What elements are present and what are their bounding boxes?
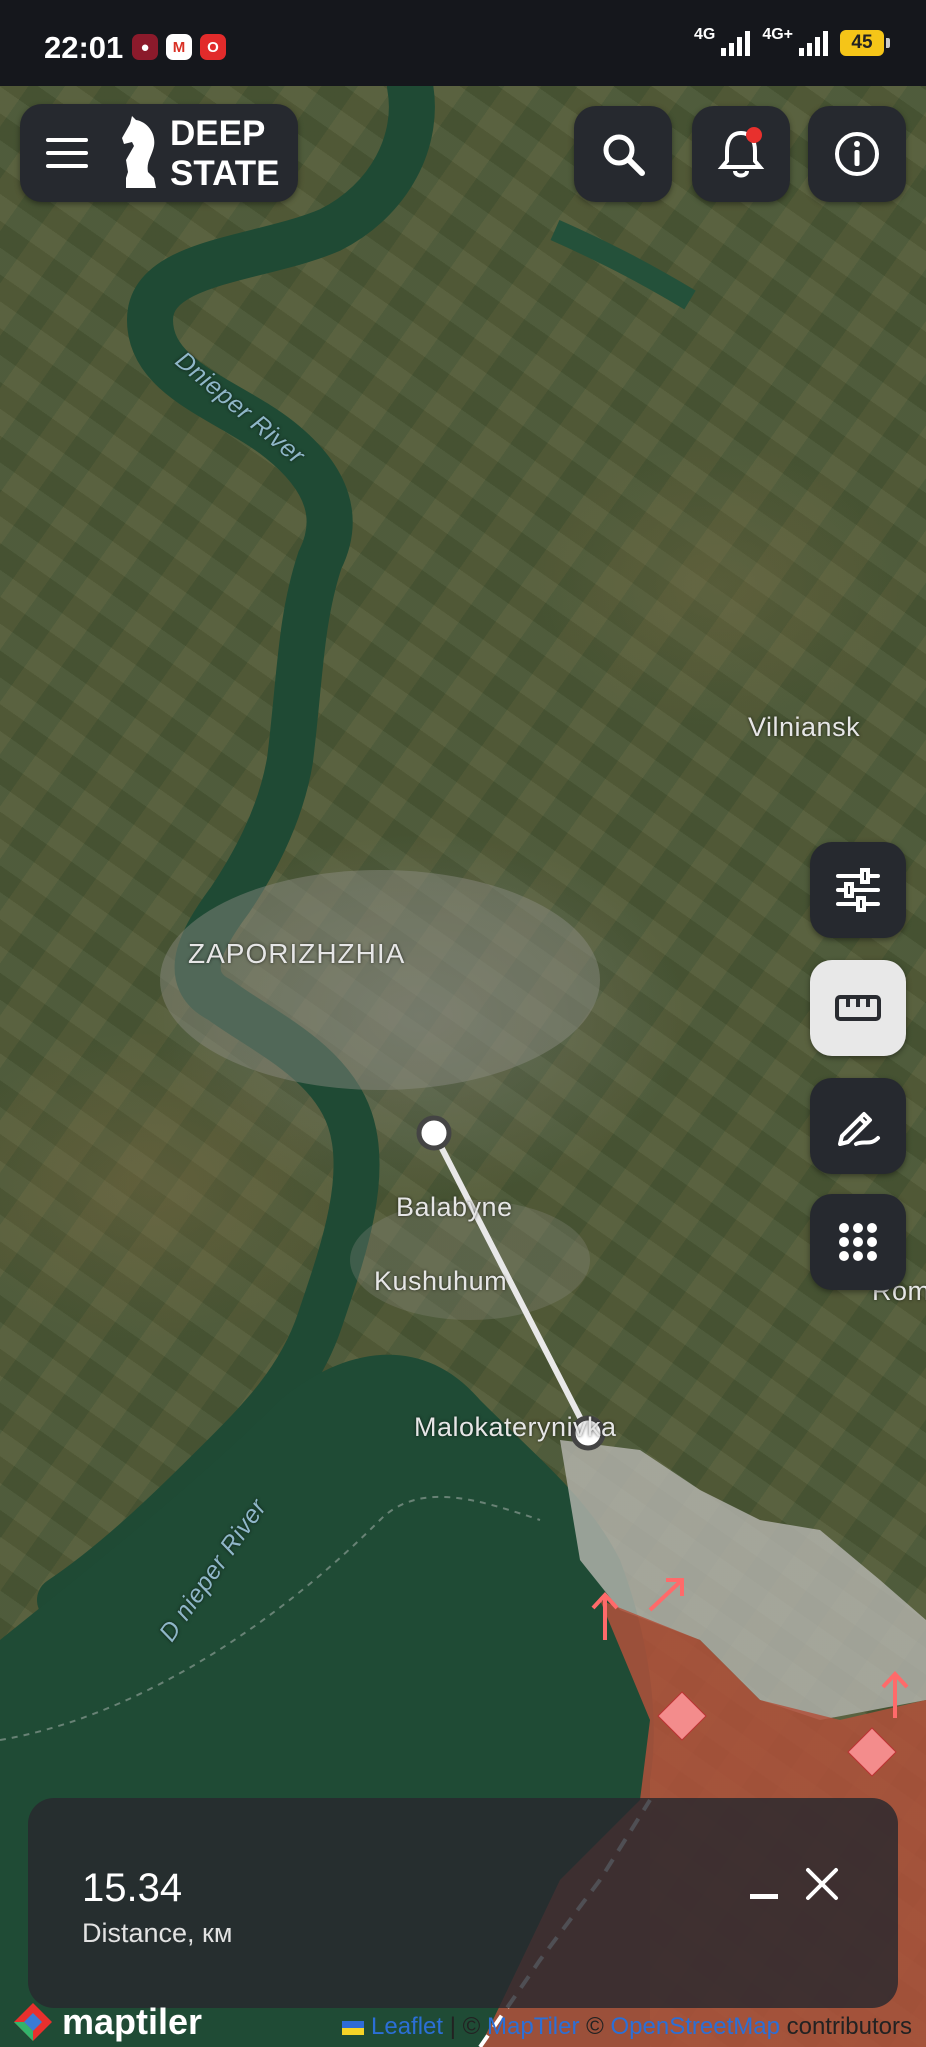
maptiler-logo-text: maptiler <box>62 2001 203 2042</box>
map-canvas[interactable]: Dnieper River D nieper River ZAPORIZHZHI… <box>0 86 926 2047</box>
attribution-osm-sep: © <box>579 2013 611 2040</box>
distance-value: 15.34 <box>82 1866 183 1910</box>
distance-label: Distance, км <box>82 1918 233 1948</box>
leaflet-link[interactable]: Leaflet <box>371 2013 443 2040</box>
battery-icon: 45 <box>840 30 890 56</box>
draw-button[interactable] <box>810 1078 906 1174</box>
status-bar: 22:01 ● M O 4G 4G+ 45 <box>0 0 926 86</box>
maptiler-link[interactable]: MapTiler <box>487 2013 579 2040</box>
town-label-balabyne: Balabyne <box>396 1192 513 1222</box>
brand-line-2: STATE <box>170 154 280 193</box>
layers-grid-button[interactable] <box>810 1194 906 1290</box>
close-icon[interactable] <box>800 1862 844 1906</box>
town-label-vilniansk: Vilniansk <box>748 712 861 742</box>
hamburger-menu-icon[interactable] <box>46 134 88 174</box>
info-button[interactable] <box>808 106 906 202</box>
ruler-icon <box>835 995 881 1021</box>
measure-button[interactable] <box>810 960 906 1056</box>
signal-icon-1 <box>721 30 751 56</box>
town-label-kushuhum: Kushuhum <box>374 1266 508 1296</box>
info-icon <box>835 132 879 176</box>
search-icon <box>603 134 645 176</box>
knight-logo-icon <box>122 116 156 188</box>
brand-menu-bar: DEEP STATE <box>20 104 298 202</box>
signal-icon-2 <box>799 30 828 56</box>
map-features <box>0 86 926 2047</box>
network-type-2: 4G+ <box>762 26 793 43</box>
battery-level: 45 <box>851 32 873 53</box>
search-button[interactable] <box>574 106 672 202</box>
status-time: 22:01 <box>44 30 124 65</box>
filters-button[interactable] <box>810 842 906 938</box>
status-app-icons: ● M O <box>132 34 226 60</box>
minimize-button[interactable] <box>750 1894 778 1899</box>
status-indicators: 4G 4G+ 45 <box>694 26 890 56</box>
notification-app-icon: ● <box>132 34 158 60</box>
gmail-icon: M <box>166 34 192 60</box>
measure-panel: 15.34 Distance, км <box>28 1798 898 2008</box>
brand-logo-text: DEEP STATE <box>170 114 280 194</box>
openstreetmap-link[interactable]: OpenStreetMap <box>611 2013 780 2040</box>
maptiler-logo-icon <box>14 2003 52 2041</box>
opera-icon: O <box>200 34 226 60</box>
maptiler-logo[interactable]: maptiler <box>12 2001 202 2043</box>
network-type-1: 4G <box>693 26 716 43</box>
town-label-malokaterynivka: Malokaterynivka <box>414 1412 617 1442</box>
bell-icon <box>717 127 765 178</box>
map-attribution: Leaflet | © MapTiler © OpenStreetMap con… <box>342 2013 912 2041</box>
sliders-icon <box>836 868 880 912</box>
ukraine-flag-icon <box>342 2020 365 2035</box>
city-label-zaporizhzhia: ZAPORIZHZHIA <box>188 938 406 969</box>
attribution-contributors: contributors <box>779 2013 912 2040</box>
pencil-icon <box>838 1112 880 1146</box>
brand-line-1: DEEP <box>170 114 266 153</box>
measure-point-start <box>416 1115 452 1151</box>
grid-icon <box>839 1223 877 1261</box>
notifications-button[interactable] <box>692 106 790 202</box>
attribution-sep: | © <box>443 2013 487 2040</box>
